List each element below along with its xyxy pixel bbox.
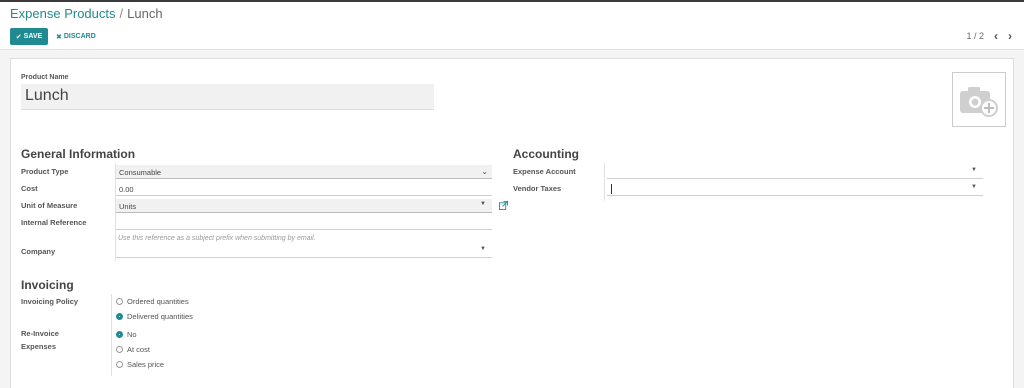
camera-plus-icon	[960, 86, 998, 117]
general-information-title: General Information	[21, 147, 136, 161]
radio-unchecked-icon	[116, 346, 123, 353]
policy-option-label: Ordered quantities	[127, 297, 189, 306]
vendor-taxes-label: Vendor Taxes	[513, 184, 562, 193]
caret-down-icon: ▼	[971, 184, 977, 190]
reinvoice-expenses-label: Re-Invoice Expenses	[21, 329, 59, 352]
reinvoice-option-at-cost[interactable]: At cost	[116, 345, 150, 354]
form-sheet: Product Name Lunch General Information P…	[10, 58, 1014, 388]
cost-input[interactable]: 0.00	[116, 182, 492, 196]
radio-unchecked-icon	[116, 361, 123, 368]
accounting-title: Accounting	[513, 147, 579, 161]
company-select[interactable]: ▼	[116, 244, 492, 258]
reinvoice-label-line2: Expenses	[21, 342, 57, 351]
unit-of-measure-value: Units	[119, 202, 137, 211]
caret-down-icon: ▼	[480, 246, 486, 252]
product-type-select[interactable]: Consumable ⌄	[116, 165, 492, 179]
accounting-divider	[604, 163, 605, 201]
product-name-label: Product Name	[21, 74, 69, 81]
radio-checked-icon	[116, 331, 123, 338]
expense-account-label: Expense Account	[513, 167, 576, 176]
breadcrumb-separator: /	[119, 6, 124, 21]
unit-of-measure-select[interactable]: Units ▼	[116, 199, 492, 213]
policy-option-label: Delivered quantities	[127, 312, 193, 321]
chevron-right-icon[interactable]: ›	[1008, 29, 1012, 43]
reinvoice-option-no[interactable]: No	[116, 330, 137, 339]
policy-option-delivered[interactable]: Delivered quantities	[116, 312, 193, 321]
chevron-down-icon: ⌄	[481, 167, 488, 176]
internal-reference-input[interactable]	[116, 216, 492, 230]
vendor-taxes-select[interactable]: ▼	[607, 182, 983, 196]
breadcrumb: Expense Products / Lunch	[10, 6, 163, 21]
control-panel: Expense Products / Lunch ✔ SAVE ✖ DISCARD …	[0, 0, 1024, 50]
product-name-input[interactable]: Lunch	[21, 84, 434, 110]
company-label: Company	[21, 247, 56, 256]
reinvoice-option-label: At cost	[127, 345, 150, 354]
radio-checked-icon	[116, 313, 123, 320]
caret-down-icon: ▼	[480, 201, 486, 207]
product-type-label: Product Type	[21, 167, 69, 176]
pager-value[interactable]: 1 / 2	[966, 31, 984, 41]
reinvoice-label-line1: Re-Invoice	[21, 329, 59, 338]
expense-account-select[interactable]: ▼	[607, 165, 983, 179]
reinvoice-option-label: Sales price	[127, 360, 165, 369]
close-icon: ✖	[56, 33, 62, 41]
pager: 1 / 2 ‹ ›	[966, 29, 1012, 43]
breadcrumb-parent-link[interactable]: Expense Products	[10, 6, 116, 21]
discard-button[interactable]: ✖ DISCARD	[56, 28, 96, 45]
invoicing-policy-label: Invoicing Policy	[21, 297, 79, 306]
save-button[interactable]: ✔ SAVE	[10, 28, 48, 45]
cost-label: Cost	[21, 184, 38, 193]
invoicing-title: Invoicing	[21, 278, 74, 292]
invoicing-divider	[111, 294, 112, 376]
reinvoice-option-label: No	[127, 330, 137, 339]
reinvoice-option-sales-price[interactable]: Sales price	[116, 360, 164, 369]
product-image-upload[interactable]	[952, 72, 1006, 127]
save-button-label: SAVE	[23, 33, 43, 40]
product-type-value: Consumable	[119, 168, 162, 177]
text-cursor	[611, 184, 612, 194]
discard-button-label: DISCARD	[63, 33, 96, 40]
breadcrumb-current: Lunch	[127, 6, 163, 21]
radio-unchecked-icon	[116, 298, 123, 305]
policy-option-ordered[interactable]: Ordered quantities	[116, 297, 189, 306]
external-link-icon[interactable]	[499, 201, 508, 210]
unit-of-measure-label: Unit of Measure	[21, 201, 78, 210]
chevron-left-icon[interactable]: ‹	[994, 29, 998, 43]
internal-reference-label: Internal Reference	[21, 218, 87, 227]
check-icon: ✔	[15, 33, 22, 41]
internal-reference-hint: Use this reference as a subject prefix w…	[118, 235, 316, 242]
caret-down-icon: ▼	[971, 167, 977, 173]
